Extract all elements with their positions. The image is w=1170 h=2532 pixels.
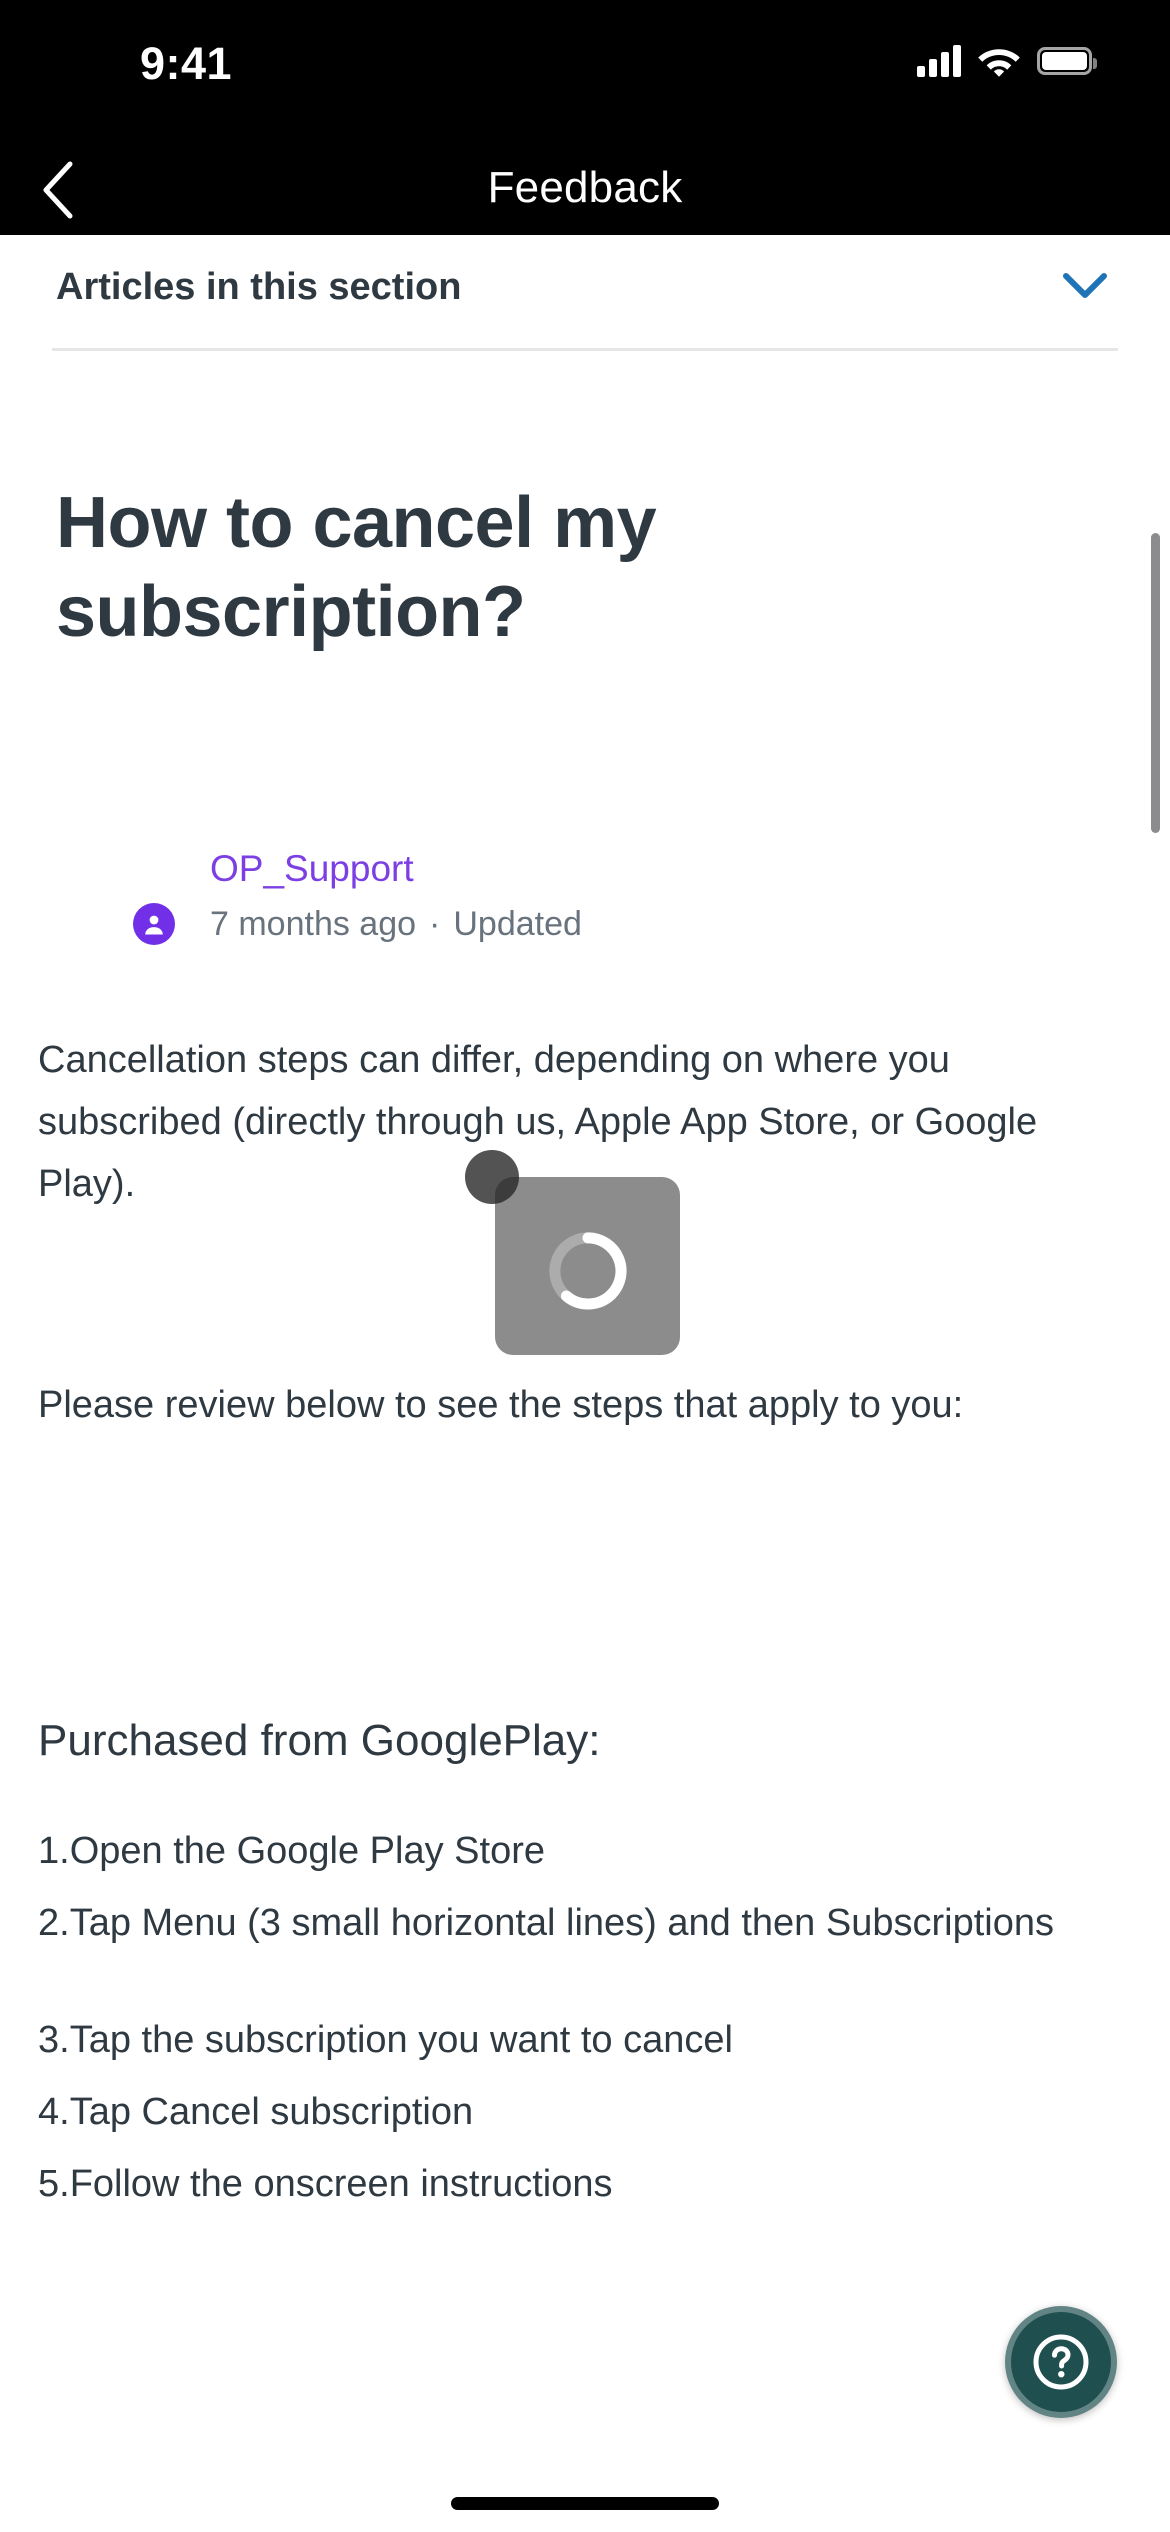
chevron-down-icon[interactable] <box>1062 271 1108 306</box>
vertical-scrollbar[interactable] <box>1151 533 1160 833</box>
articles-in-section-bar[interactable]: Articles in this section <box>0 235 1170 348</box>
article-timestamp: 7 months ago <box>210 905 417 943</box>
navigation-bar: Feedback <box>0 145 1170 235</box>
meta-separator: · <box>429 905 441 943</box>
status-bar-time: 9:41 <box>140 38 233 89</box>
article-step-2: 2.Tap Menu (3 small horizontal lines) an… <box>38 1902 1054 1944</box>
article-section-heading: Purchased from GooglePlay: <box>38 1716 601 1765</box>
article-paragraph-2: Please review below to see the steps tha… <box>38 1384 964 1426</box>
article-timestamp-row: 7 months ago · Updated <box>210 905 582 944</box>
touch-point-icon <box>465 1150 519 1204</box>
article-step-1: 1.Open the Google Play Store <box>38 1830 545 1872</box>
article-step-3: 3.Tap the subscription you want to cance… <box>38 2019 733 2061</box>
article-step-4: 4.Tap Cancel subscription <box>38 2091 474 2133</box>
status-bar: 9:41 <box>0 0 1170 145</box>
loading-toast <box>495 1177 680 1355</box>
loading-spinner-icon <box>542 1211 634 1322</box>
status-bar-icons <box>917 40 1097 82</box>
section-divider <box>52 348 1118 351</box>
phone-screen: 9:41 Feedback Articles in this section H… <box>0 0 1170 2532</box>
wifi-icon <box>977 45 1021 77</box>
article-author-link[interactable]: OP_Support <box>210 848 414 890</box>
articles-in-section-label: Articles in this section <box>56 266 462 308</box>
article-step-5: 5.Follow the onscreen instructions <box>38 2163 613 2205</box>
article-update-status: Updated <box>453 905 582 943</box>
cellular-signal-icon <box>917 45 961 77</box>
home-indicator[interactable] <box>451 2497 719 2510</box>
help-button[interactable] <box>1005 2306 1117 2418</box>
question-mark-circle-icon <box>1030 2331 1092 2393</box>
battery-icon <box>1037 47 1097 75</box>
article-title: How to cancel my subscription? <box>56 483 657 653</box>
page-title: Feedback <box>487 163 683 212</box>
user-avatar-icon <box>133 903 175 945</box>
